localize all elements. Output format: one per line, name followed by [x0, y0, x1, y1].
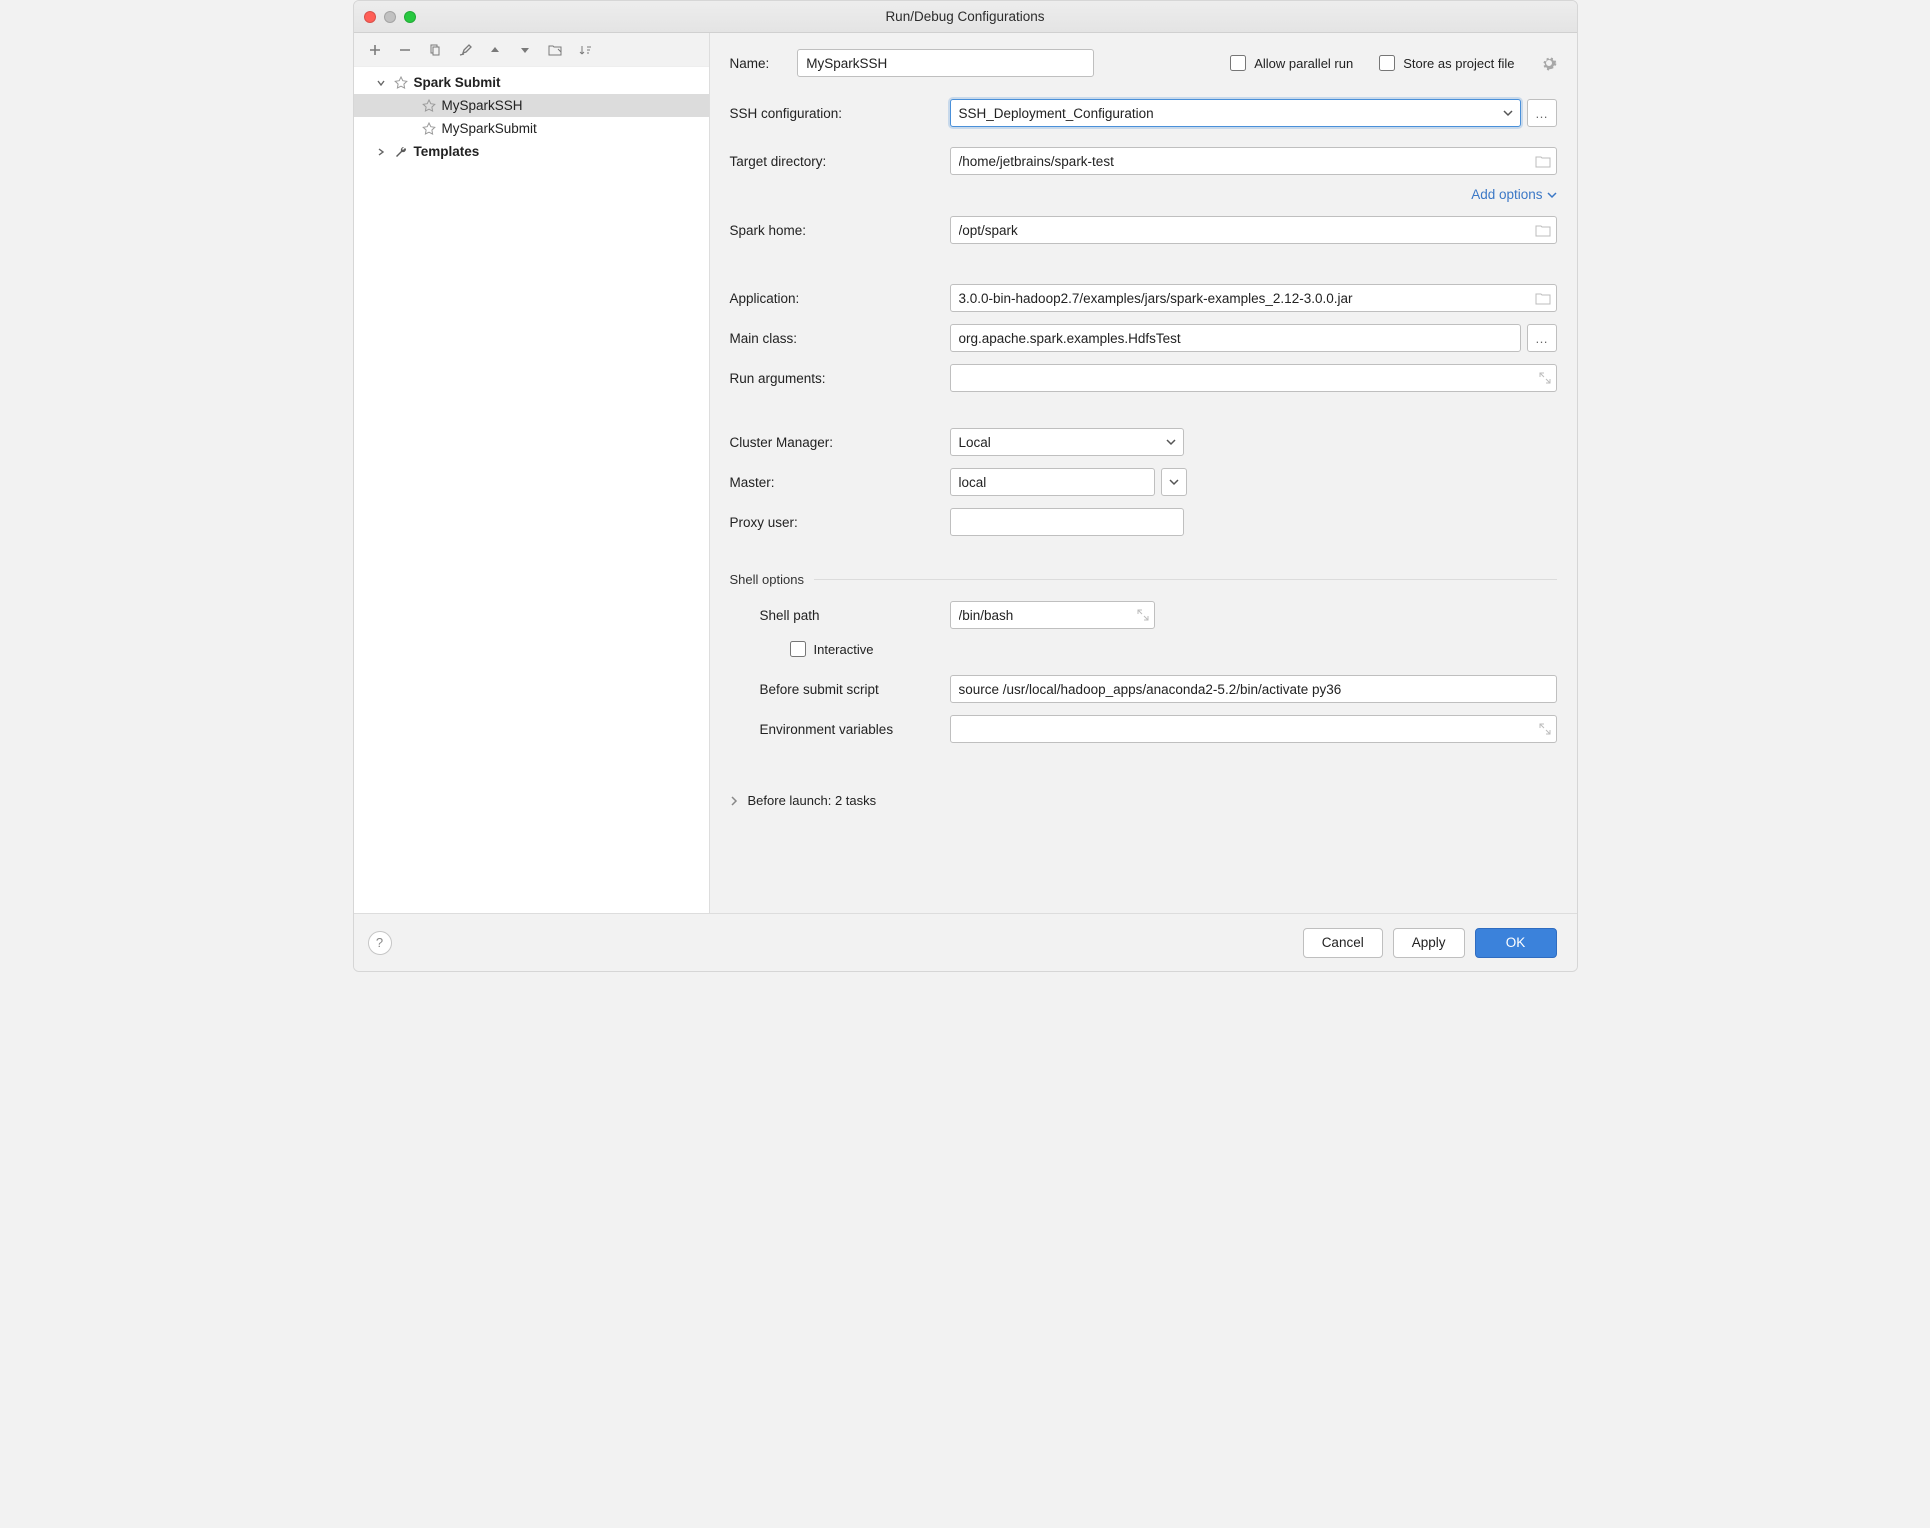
- divider: [814, 579, 1557, 580]
- configurations-sidebar: Spark Submit MySparkSSH MySparkSubmit Te…: [354, 33, 710, 913]
- minimize-window-button[interactable]: [384, 11, 396, 23]
- move-up-button[interactable]: [486, 41, 504, 59]
- tree-templates[interactable]: Templates: [354, 140, 709, 163]
- before-submit-label: Before submit script: [760, 682, 940, 697]
- master-input[interactable]: [950, 468, 1155, 496]
- gear-icon[interactable]: [1541, 55, 1557, 71]
- before-launch-label: Before launch: 2 tasks: [748, 793, 877, 808]
- star-icon: [394, 76, 408, 90]
- run-debug-dialog: Run/Debug Configurations Spark Submit: [353, 0, 1578, 972]
- store-project-file-label: Store as project file: [1403, 56, 1514, 71]
- interactive-checkbox[interactable]: Interactive: [790, 641, 874, 657]
- edit-templates-button[interactable]: [456, 41, 474, 59]
- folder-button[interactable]: [546, 41, 564, 59]
- allow-parallel-input[interactable]: [1230, 55, 1246, 71]
- chevron-right-icon: [376, 147, 386, 157]
- env-vars-label: Environment variables: [760, 722, 940, 737]
- ok-button[interactable]: OK: [1475, 928, 1557, 958]
- main-class-label: Main class:: [730, 331, 940, 346]
- cluster-manager-select[interactable]: Local: [950, 428, 1184, 456]
- configurations-tree: Spark Submit MySparkSSH MySparkSubmit Te…: [354, 67, 709, 913]
- chevron-right-icon: [730, 796, 738, 806]
- help-button[interactable]: ?: [368, 931, 392, 955]
- tree-group-spark-submit[interactable]: Spark Submit: [354, 71, 709, 94]
- spark-home-input[interactable]: [950, 216, 1557, 244]
- configuration-panel: Name: Allow parallel run Store as projec…: [710, 33, 1577, 913]
- window-controls: [364, 11, 416, 23]
- name-input[interactable]: [797, 49, 1094, 77]
- tree-item-label: MySparkSSH: [442, 98, 523, 113]
- shell-path-label: Shell path: [760, 608, 940, 623]
- run-args-input[interactable]: [950, 364, 1557, 392]
- shell-path-input[interactable]: [950, 601, 1155, 629]
- main-class-input[interactable]: [950, 324, 1521, 352]
- apply-button[interactable]: Apply: [1393, 928, 1465, 958]
- add-options-link[interactable]: Add options: [1471, 187, 1556, 202]
- ssh-config-select[interactable]: SSH_Deployment_Configuration: [950, 99, 1521, 127]
- target-dir-input[interactable]: [950, 147, 1557, 175]
- ssh-config-label: SSH configuration:: [730, 106, 940, 121]
- interactive-input[interactable]: [790, 641, 806, 657]
- run-args-label: Run arguments:: [730, 371, 940, 386]
- titlebar: Run/Debug Configurations: [354, 1, 1577, 33]
- application-label: Application:: [730, 291, 940, 306]
- close-window-button[interactable]: [364, 11, 376, 23]
- shell-options-label: Shell options: [730, 572, 804, 587]
- shell-options-header: Shell options: [730, 572, 1557, 587]
- copy-configuration-button[interactable]: [426, 41, 444, 59]
- star-icon: [422, 99, 436, 113]
- store-project-file-checkbox[interactable]: Store as project file: [1379, 55, 1514, 71]
- remove-configuration-button[interactable]: [396, 41, 414, 59]
- master-label: Master:: [730, 475, 940, 490]
- window-title: Run/Debug Configurations: [354, 9, 1577, 24]
- wrench-icon: [394, 145, 408, 159]
- tree-item-mysparksubmit[interactable]: MySparkSubmit: [354, 117, 709, 140]
- move-down-button[interactable]: [516, 41, 534, 59]
- name-label: Name:: [730, 56, 770, 71]
- store-project-file-input[interactable]: [1379, 55, 1395, 71]
- zoom-window-button[interactable]: [404, 11, 416, 23]
- tree-item-mysparkssh[interactable]: MySparkSSH: [354, 94, 709, 117]
- main-class-browse-button[interactable]: …: [1527, 324, 1557, 352]
- allow-parallel-checkbox[interactable]: Allow parallel run: [1230, 55, 1353, 71]
- application-input[interactable]: [950, 284, 1557, 312]
- tree-templates-label: Templates: [414, 144, 480, 159]
- star-icon: [422, 122, 436, 136]
- spark-home-label: Spark home:: [730, 223, 940, 238]
- before-submit-input[interactable]: [950, 675, 1557, 703]
- ssh-config-browse-button[interactable]: …: [1527, 99, 1557, 127]
- allow-parallel-label: Allow parallel run: [1254, 56, 1353, 71]
- add-configuration-button[interactable]: [366, 41, 384, 59]
- cluster-manager-label: Cluster Manager:: [730, 435, 940, 450]
- tree-item-label: MySparkSubmit: [442, 121, 537, 136]
- tree-group-label: Spark Submit: [414, 75, 501, 90]
- cancel-button[interactable]: Cancel: [1303, 928, 1383, 958]
- interactive-label: Interactive: [814, 642, 874, 657]
- proxy-user-label: Proxy user:: [730, 515, 940, 530]
- chevron-down-icon: [376, 78, 386, 88]
- sort-button[interactable]: [576, 41, 594, 59]
- dialog-footer: ? Cancel Apply OK: [354, 913, 1577, 971]
- target-dir-label: Target directory:: [730, 154, 940, 169]
- master-dropdown-button[interactable]: [1161, 468, 1187, 496]
- add-options-label: Add options: [1471, 187, 1542, 202]
- env-vars-input[interactable]: [950, 715, 1557, 743]
- before-launch-section[interactable]: Before launch: 2 tasks: [730, 787, 1557, 814]
- proxy-user-input[interactable]: [950, 508, 1184, 536]
- sidebar-toolbar: [354, 33, 709, 67]
